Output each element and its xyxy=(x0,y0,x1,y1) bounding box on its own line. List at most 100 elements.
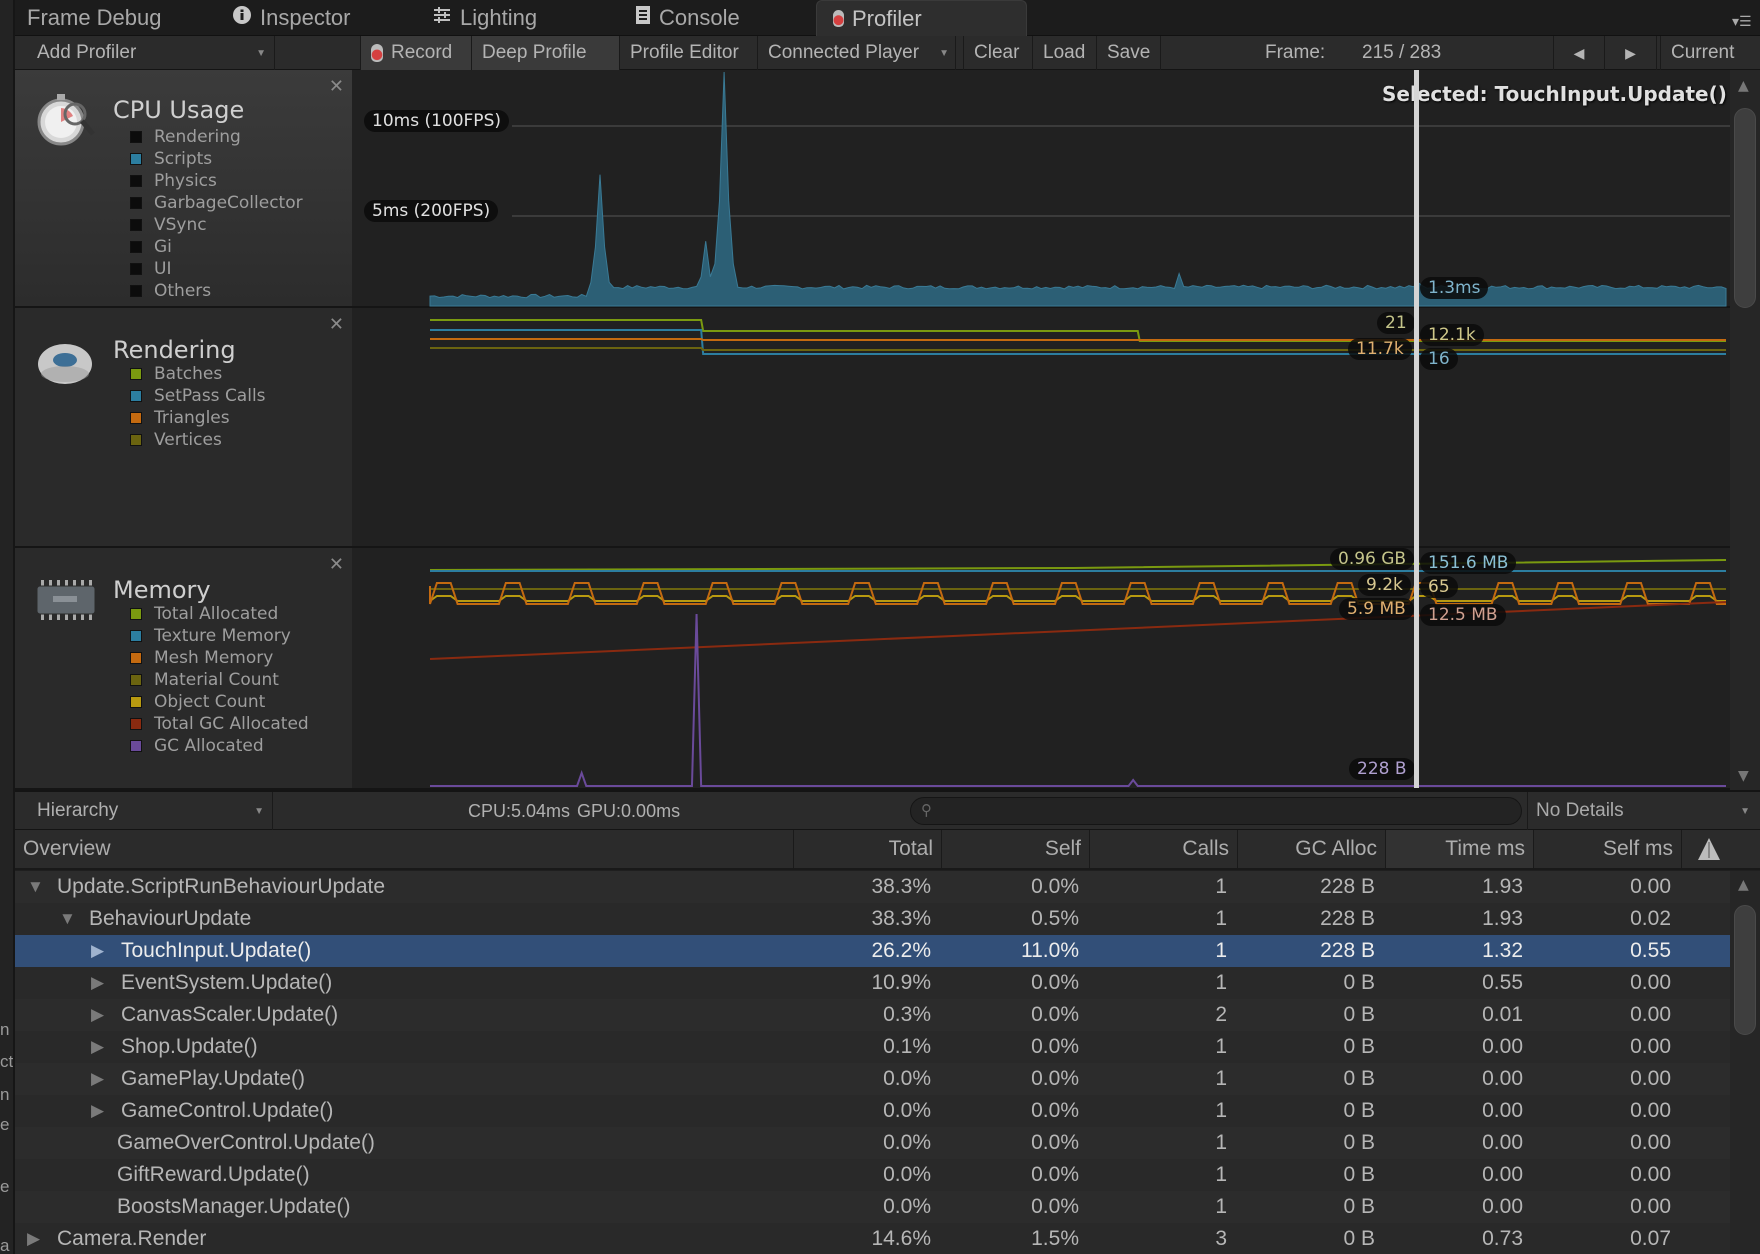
collapsed-arrow-icon[interactable]: ▶ xyxy=(91,1005,115,1025)
scroll-down-icon[interactable]: ▼ xyxy=(1738,768,1749,784)
save-button[interactable]: Save xyxy=(1097,36,1161,70)
load-button[interactable]: Load xyxy=(1033,36,1097,70)
tab-frame-debug[interactable]: Frame Debug xyxy=(27,0,162,36)
legend-swatch[interactable] xyxy=(130,131,142,143)
legend-item-total-allocated[interactable]: Total Allocated xyxy=(113,603,278,625)
legend-swatch[interactable] xyxy=(130,674,142,686)
legend-swatch[interactable] xyxy=(130,434,142,446)
collapsed-arrow-icon[interactable]: ▶ xyxy=(91,1069,115,1089)
table-row[interactable]: GameOverControl.Update() 0.0% 0.0% 1 0 B 0.00… xyxy=(15,1127,1730,1159)
column-self[interactable]: Self xyxy=(941,830,1089,868)
tab-lighting[interactable]: Lighting xyxy=(432,0,537,36)
rendering-chart[interactable]: 21 11.7k 12.1k 16 xyxy=(352,308,1730,548)
legend-swatch[interactable] xyxy=(130,696,142,708)
deep-profile-button[interactable]: Deep Profile xyxy=(472,36,620,70)
legend-swatch[interactable] xyxy=(130,368,142,380)
column-time-ms[interactable]: Time ms xyxy=(1385,830,1533,868)
legend-swatch[interactable] xyxy=(130,390,142,402)
window-menu-icon[interactable]: ▾☰ xyxy=(1732,14,1756,30)
legend-item-gc-allocated[interactable]: GC Allocated xyxy=(113,735,264,757)
table-row[interactable]: ▼ BehaviourUpdate 38.3% 0.5% 1 228 B 1.93 0.02 xyxy=(15,903,1730,935)
tab-inspector[interactable]: Inspector xyxy=(232,0,351,36)
legend-swatch[interactable] xyxy=(130,197,142,209)
table-row[interactable]: BoostsManager.Update() 0.0% 0.0% 1 0 B 0.00 0.… xyxy=(15,1191,1730,1223)
add-profiler-dropdown[interactable]: Add Profiler ▼ xyxy=(23,36,275,70)
record-button[interactable]: Record xyxy=(360,36,472,70)
legend-item-rendering[interactable]: Rendering xyxy=(113,126,241,148)
column-self-ms[interactable]: Self ms xyxy=(1533,830,1681,868)
legend-item-ui[interactable]: UI xyxy=(113,258,171,280)
clear-button[interactable]: Clear xyxy=(963,36,1033,70)
legend-swatch[interactable] xyxy=(130,263,142,275)
expanded-arrow-icon[interactable]: ▼ xyxy=(59,909,83,929)
table-row[interactable]: ▶ EventSystem.Update() 10.9% 0.0% 1 0 B 0.55 0.… xyxy=(15,967,1730,999)
legend-swatch[interactable] xyxy=(130,718,142,730)
prev-frame-button[interactable]: ◀ xyxy=(1553,36,1605,70)
close-icon[interactable]: ✕ xyxy=(329,554,344,575)
tab-profiler[interactable]: Profiler xyxy=(816,0,1027,36)
legend-item-texture-memory[interactable]: Texture Memory xyxy=(113,625,291,647)
collapsed-arrow-icon[interactable]: ▶ xyxy=(91,941,115,961)
collapsed-arrow-icon[interactable]: ▶ xyxy=(91,973,115,993)
legend-item-total-gc-allocated[interactable]: Total GC Allocated xyxy=(113,713,309,735)
cpu-usage-legend[interactable]: CPU Usage Rendering Scripts Physics Garbage… xyxy=(15,70,352,308)
legend-item-triangles[interactable]: Triangles xyxy=(113,407,230,429)
legend-swatch[interactable] xyxy=(130,608,142,620)
legend-item-gi[interactable]: Gi xyxy=(113,236,172,258)
legend-swatch[interactable] xyxy=(130,630,142,642)
legend-swatch[interactable] xyxy=(130,241,142,253)
legend-item-mesh-memory[interactable]: Mesh Memory xyxy=(113,647,273,669)
table-row[interactable]: ▶ TouchInput.Update() 26.2% 11.0% 1 228 B 1.32… xyxy=(15,935,1730,967)
collapsed-arrow-icon[interactable]: ▶ xyxy=(91,1101,115,1121)
column-gc-alloc[interactable]: GC Alloc xyxy=(1237,830,1385,868)
column-total[interactable]: Total xyxy=(793,830,941,868)
legend-item-vsync[interactable]: VSync xyxy=(113,214,207,236)
legend-swatch[interactable] xyxy=(130,219,142,231)
legend-swatch[interactable] xyxy=(130,285,142,297)
table-row[interactable]: GiftReward.Update() 0.0% 0.0% 1 0 B 0.00 0.00 xyxy=(15,1159,1730,1191)
current-frame-button[interactable]: Current xyxy=(1660,36,1760,70)
close-icon[interactable]: ✕ xyxy=(329,314,344,335)
view-mode-dropdown[interactable]: Hierarchy ▼ xyxy=(23,792,273,830)
legend-item-scripts[interactable]: Scripts xyxy=(113,148,212,170)
memory-legend[interactable]: Memory Total Allocated Texture Memory Mesh… xyxy=(15,548,352,790)
expanded-arrow-icon[interactable]: ▼ xyxy=(27,877,51,897)
column-calls[interactable]: Calls xyxy=(1089,830,1237,868)
scrollbar-thumb[interactable] xyxy=(1734,108,1756,308)
table-row[interactable]: ▶ GamePlay.Update() 0.0% 0.0% 1 0 B 0.00 0.00 xyxy=(15,1063,1730,1095)
legend-swatch[interactable] xyxy=(130,153,142,165)
legend-item-setpass-calls[interactable]: SetPass Calls xyxy=(113,385,266,407)
scrollbar-thumb[interactable] xyxy=(1734,905,1756,1035)
table-row[interactable]: ▶ Shop.Update() 0.1% 0.0% 1 0 B 0.00 0.00 xyxy=(15,1031,1730,1063)
column-warning[interactable] xyxy=(1681,830,1730,868)
close-icon[interactable]: ✕ xyxy=(329,76,344,97)
table-row[interactable]: ▼ Update.ScriptRunBehaviourUpdate 38.3% 0.0… xyxy=(15,871,1730,903)
table-scrollbar[interactable]: ▲ xyxy=(1730,871,1760,1254)
legend-item-garbagecollector[interactable]: GarbageCollector xyxy=(113,192,303,214)
scroll-up-icon[interactable]: ▲ xyxy=(1738,78,1749,94)
next-frame-button[interactable]: ▶ xyxy=(1605,36,1657,70)
collapsed-arrow-icon[interactable]: ▶ xyxy=(91,1037,115,1057)
details-dropdown[interactable]: No Details ▼ xyxy=(1527,792,1760,830)
legend-swatch[interactable] xyxy=(130,412,142,424)
column-overview[interactable]: Overview xyxy=(15,830,793,868)
collapsed-arrow-icon[interactable]: ▶ xyxy=(27,1229,51,1249)
legend-item-material-count[interactable]: Material Count xyxy=(113,669,279,691)
legend-swatch[interactable] xyxy=(130,740,142,752)
scroll-up-icon[interactable]: ▲ xyxy=(1738,877,1749,893)
graph-scrollbar[interactable]: ▲ ▼ xyxy=(1730,70,1760,790)
legend-swatch[interactable] xyxy=(130,175,142,187)
selected-frame-cursor[interactable] xyxy=(1414,70,1419,788)
memory-chart[interactable]: 0.96 GB 9.2k 5.9 MB 228 B 151.6 MB 65 12… xyxy=(352,548,1730,790)
table-row[interactable]: ▶ CanvasScaler.Update() 0.3% 0.0% 2 0 B 0.01 0.… xyxy=(15,999,1730,1031)
table-row[interactable]: ▶ Camera.Render 14.6% 1.5% 3 0 B 0.73 0.07 xyxy=(15,1223,1730,1254)
legend-item-others[interactable]: Others xyxy=(113,280,211,302)
tab-console[interactable]: Console xyxy=(635,0,740,36)
profile-editor-button[interactable]: Profile Editor xyxy=(620,36,758,70)
rendering-legend[interactable]: Rendering Batches SetPass Calls Triangles V… xyxy=(15,308,352,548)
search-input[interactable]: ⚲ xyxy=(910,797,1522,825)
legend-item-object-count[interactable]: Object Count xyxy=(113,691,265,713)
legend-swatch[interactable] xyxy=(130,652,142,664)
legend-item-batches[interactable]: Batches xyxy=(113,363,222,385)
legend-item-physics[interactable]: Physics xyxy=(113,170,217,192)
